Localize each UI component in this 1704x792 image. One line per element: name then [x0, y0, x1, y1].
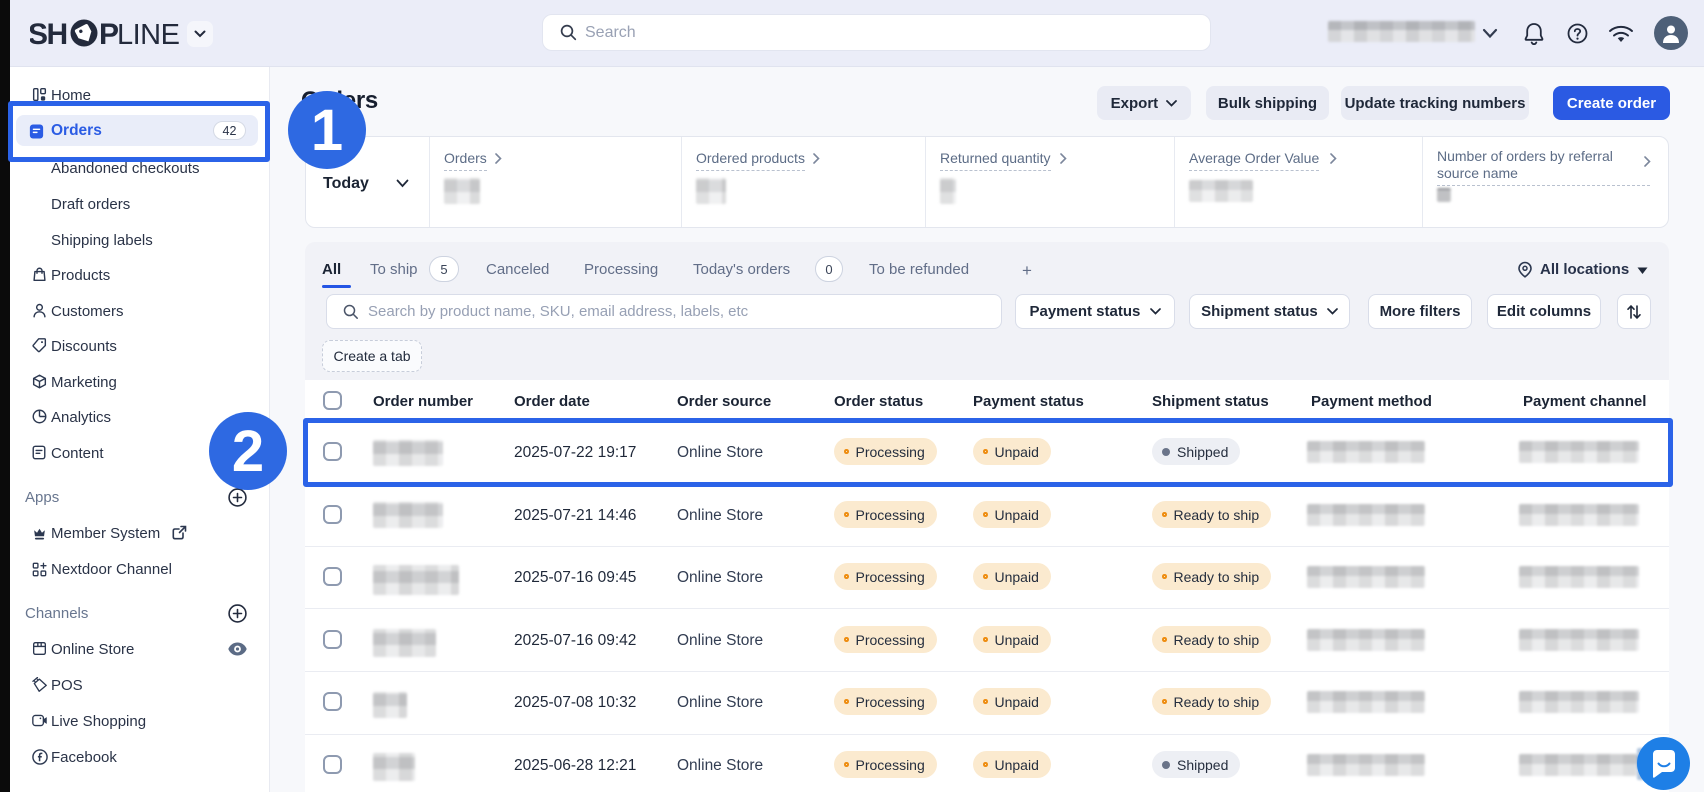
svg-text:P: P — [99, 18, 118, 51]
svg-text:SH: SH — [30, 18, 67, 51]
svg-text:LINE: LINE — [117, 19, 180, 51]
